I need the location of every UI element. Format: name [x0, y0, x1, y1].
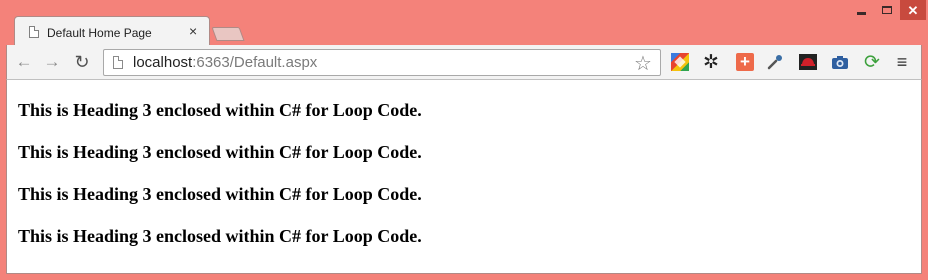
camera-icon[interactable]: [831, 53, 849, 71]
address-bar[interactable]: localhost:6363/Default.aspx ☆: [103, 49, 661, 76]
url-path: :6363/Default.aspx: [192, 54, 318, 71]
toolbar: ← → ↻ localhost:6363/Default.aspx ☆ ✲ + …: [6, 45, 922, 80]
tab-default-home-page[interactable]: Default Home Page ×: [14, 16, 210, 46]
plus-icon[interactable]: +: [736, 52, 754, 71]
redhat-icon[interactable]: [799, 53, 817, 71]
page-icon: [113, 56, 123, 69]
maximize-button[interactable]: [874, 0, 900, 20]
close-window-button[interactable]: ✕: [900, 0, 926, 20]
url-host: localhost: [133, 54, 193, 71]
maximize-icon: [882, 6, 892, 14]
close-icon: ✕: [907, 2, 919, 18]
heading-3: This is Heading 3 enclosed within C# for…: [18, 100, 422, 120]
back-button[interactable]: ←: [13, 51, 35, 73]
browser-window: ✕ Default Home Page × ← → ↻ localhost:63…: [0, 0, 928, 280]
heading-3: This is Heading 3 enclosed within C# for…: [18, 142, 422, 162]
minimize-button[interactable]: [848, 0, 874, 20]
refresh-icon[interactable]: ⟳: [863, 52, 881, 73]
colors-icon[interactable]: [671, 53, 689, 71]
menu-icon[interactable]: ≡: [893, 52, 911, 72]
tab-close-button[interactable]: ×: [189, 23, 197, 39]
bookmark-star-icon[interactable]: ☆: [634, 51, 652, 76]
gear-icon[interactable]: ✲: [702, 52, 720, 73]
heading-3: This is Heading 3 enclosed within C# for…: [18, 226, 422, 246]
new-tab-button[interactable]: [211, 27, 245, 41]
heading-3: This is Heading 3 enclosed within C# for…: [18, 184, 422, 204]
reload-button[interactable]: ↻: [71, 51, 93, 73]
tab-title: Default Home Page: [47, 26, 152, 40]
page-icon: [29, 26, 39, 38]
eyedropper-icon[interactable]: [766, 53, 784, 71]
page-content: This is Heading 3 enclosed within C# for…: [6, 80, 922, 274]
forward-button[interactable]: →: [41, 51, 63, 73]
url-text[interactable]: localhost:6363/Default.aspx: [133, 54, 317, 71]
minimize-icon: [856, 11, 866, 15]
